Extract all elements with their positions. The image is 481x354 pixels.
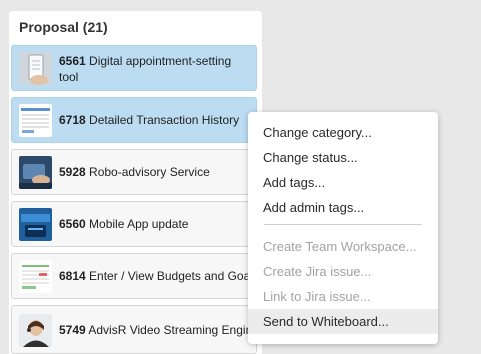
idea-card[interactable]: 6561 Digital appointment-setting tool: [11, 45, 257, 91]
add-admin-tags-item[interactable]: Add admin tags...: [248, 195, 438, 220]
card-label: 5749 AdvisR Video Streaming Engin: [59, 323, 253, 337]
send-to-whiteboard-item[interactable]: Send to Whiteboard...: [248, 309, 438, 334]
phone-app-thumbnail: [19, 52, 52, 85]
add-tags-item[interactable]: Add tags...: [248, 170, 438, 195]
idea-card[interactable]: 6814 Enter / View Budgets and Goal: [11, 253, 257, 299]
card-label: 6560 Mobile App update: [59, 217, 189, 231]
transaction-list-thumbnail: [19, 104, 52, 137]
link-to-jira-issue-item: Link to Jira issue...: [263, 289, 371, 304]
change-status-item[interactable]: Change status...: [248, 145, 438, 170]
card-label: 6561 Digital appointment-setting tool: [59, 54, 232, 84]
menu-divider: [264, 224, 422, 225]
mobile-banking-thumbnail: [19, 208, 52, 241]
column-title: Proposal (21): [19, 19, 108, 35]
card-label: 6814 Enter / View Budgets and Goal: [59, 269, 253, 283]
idea-card[interactable]: 5928 Robo-advisory Service: [11, 149, 257, 195]
create-team-workspace-item: Create Team Workspace...: [263, 239, 417, 254]
card-label: 6718 Detailed Transaction History: [59, 113, 240, 127]
idea-card[interactable]: 6560 Mobile App update: [11, 201, 257, 247]
create-jira-issue-item: Create Jira issue...: [263, 264, 372, 279]
card-label: 5928 Robo-advisory Service: [59, 165, 210, 179]
budget-table-thumbnail: [19, 260, 52, 293]
proposal-column: Proposal (21) 6561 Digital appointment-s…: [9, 11, 262, 354]
idea-card[interactable]: 6718 Detailed Transaction History: [11, 97, 257, 143]
tablet-hand-thumbnail: [19, 156, 52, 189]
context-menu: Change category... Change status... Add …: [248, 112, 438, 344]
idea-card[interactable]: 5749 AdvisR Video Streaming Engin: [11, 305, 257, 354]
change-category-item[interactable]: Change category...: [248, 120, 438, 145]
person-headset-thumbnail: [19, 314, 52, 347]
